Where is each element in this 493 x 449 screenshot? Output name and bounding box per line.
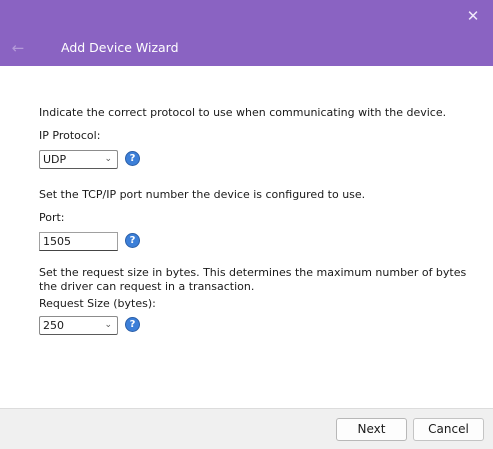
request-size-section: Set the request size in bytes. This dete…	[39, 266, 469, 338]
wizard-header: ← Add Device Wizard	[0, 32, 493, 66]
port-label: Port:	[39, 211, 65, 224]
chevron-down-icon: ⌄	[104, 320, 112, 330]
protocol-section: Indicate the correct protocol to use whe…	[39, 106, 469, 172]
cancel-button[interactable]: Cancel	[413, 418, 484, 441]
request-size-row: 250 ⌄ ?	[39, 316, 469, 338]
wizard-content: Indicate the correct protocol to use whe…	[0, 66, 493, 408]
protocol-description: Indicate the correct protocol to use whe…	[39, 106, 447, 119]
request-size-help-icon[interactable]: ?	[125, 317, 140, 332]
port-description: Set the TCP/IP port number the device is…	[39, 188, 366, 201]
request-size-value: 250	[43, 319, 64, 332]
port-help-icon[interactable]: ?	[125, 233, 140, 248]
protocol-help-icon[interactable]: ?	[125, 151, 140, 166]
close-icon[interactable]: ✕	[453, 0, 493, 32]
protocol-label: IP Protocol:	[39, 129, 101, 142]
port-input[interactable]: 1505	[39, 232, 118, 251]
port-section: Set the TCP/IP port number the device is…	[39, 188, 469, 254]
window-titlebar: ✕	[0, 0, 493, 32]
request-size-label: Request Size (bytes):	[39, 297, 156, 310]
port-row: 1505 ?	[39, 232, 469, 254]
protocol-dropdown[interactable]: UDP ⌄	[39, 150, 118, 169]
back-arrow-icon[interactable]: ←	[6, 34, 30, 62]
protocol-value: UDP	[43, 153, 67, 166]
wizard-footer: Next Cancel	[0, 408, 493, 449]
protocol-row: UDP ⌄ ?	[39, 150, 469, 172]
next-button[interactable]: Next	[336, 418, 407, 441]
wizard-title: Add Device Wizard	[61, 40, 179, 55]
chevron-down-icon: ⌄	[104, 154, 112, 164]
request-size-description: Set the request size in bytes. This dete…	[39, 266, 467, 293]
request-size-dropdown[interactable]: 250 ⌄	[39, 316, 118, 335]
